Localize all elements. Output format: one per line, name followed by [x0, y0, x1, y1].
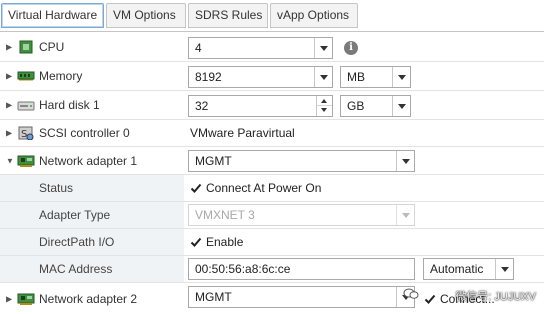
- directpath-label: DirectPath I/O: [39, 235, 115, 249]
- hard-disk-label: Hard disk 1: [39, 98, 100, 112]
- stepper-up-icon[interactable]: [317, 96, 332, 106]
- adapter-type-label: Adapter Type: [39, 208, 111, 222]
- status-label: Status: [39, 181, 74, 195]
- scsi-row: ▶ S SCSI controller 0 VMware Paravirtual: [0, 120, 544, 147]
- mac-address-label: MAC Address: [39, 262, 113, 276]
- cpu-chip-icon: [19, 40, 33, 54]
- expand-arrow-icon[interactable]: ▶: [6, 43, 12, 52]
- network-adapter-2-label: Network adapter 2: [39, 291, 138, 306]
- cpu-count-dropdown[interactable]: 4: [188, 37, 333, 59]
- info-icon[interactable]: i: [344, 41, 358, 55]
- memory-unit-value: MB: [347, 70, 365, 84]
- scsi-value-cell: VMware Paravirtual: [184, 120, 544, 146]
- chevron-down-icon[interactable]: [392, 67, 410, 87]
- network-adapter-2-network-value: MGMT: [195, 290, 232, 304]
- network-card-icon: [17, 293, 35, 305]
- cpu-value-cell: 4 i: [184, 33, 544, 61]
- connect-at-power-on-checkbox[interactable]: [190, 182, 202, 194]
- network-adapter-1-network-value: MGMT: [195, 154, 232, 168]
- memory-value-cell: 8192 MB: [184, 62, 544, 90]
- memory-row: ▶ Memory 8192 MB: [0, 62, 544, 91]
- network-adapter-2-network-dropdown[interactable]: MGMT: [188, 286, 415, 308]
- disk-unit-value: GB: [347, 99, 365, 113]
- mac-mode-dropdown[interactable]: Automatic: [423, 258, 514, 280]
- mac-address-input[interactable]: 00:50:56:a8:6c:ce: [188, 258, 415, 280]
- tab-bar: Virtual Hardware VM Options SDRS Rules v…: [0, 0, 544, 32]
- scsi-label-cell: ▶ S SCSI controller 0: [0, 120, 184, 146]
- cpu-count-value: 4: [195, 41, 202, 55]
- expand-arrow-icon[interactable]: ▶: [6, 129, 12, 138]
- mac-address-value: 00:50:56:a8:6c:ce: [195, 262, 291, 276]
- directpath-label-cell: DirectPath I/O: [0, 229, 184, 255]
- scsi-label: SCSI controller 0: [39, 126, 130, 140]
- disk-size-value: 32: [195, 99, 209, 113]
- memory-size-dropdown[interactable]: 8192: [188, 66, 333, 88]
- network-adapter-1-network-dropdown[interactable]: MGMT: [188, 150, 415, 172]
- memory-label: Memory: [39, 69, 83, 83]
- tab-vm-options[interactable]: VM Options: [106, 3, 186, 28]
- status-label-cell: Status: [0, 175, 184, 201]
- tab-virtual-hardware[interactable]: Virtual Hardware: [1, 3, 104, 28]
- stepper-buttons[interactable]: [316, 96, 332, 116]
- network-adapter-1-row: ▼ Network adapter 1 MGMT: [0, 147, 544, 175]
- status-value-cell: Connect At Power On: [184, 175, 544, 201]
- status-row: Status Connect At Power On: [0, 175, 544, 202]
- network-adapter-2-label-cell: ▶ Network adapter 2: [0, 283, 184, 314]
- cpu-label: CPU: [39, 40, 65, 54]
- hard-disk-value-cell: 32 GB: [184, 91, 544, 119]
- directpath-row: DirectPath I/O Enable: [0, 229, 544, 256]
- chevron-down-icon[interactable]: [314, 67, 332, 87]
- collapse-arrow-icon[interactable]: ▼: [6, 156, 14, 165]
- network-adapter-1-label-cell: ▼ Network adapter 1: [0, 147, 184, 174]
- chevron-down-icon[interactable]: [392, 96, 410, 116]
- mac-address-row: MAC Address 00:50:56:a8:6c:ce Automatic: [0, 256, 544, 283]
- adapter-type-row: Adapter Type VMXNET 3: [0, 202, 544, 229]
- scsi-controller-icon: S: [18, 126, 34, 140]
- expand-arrow-icon[interactable]: ▶: [6, 294, 12, 303]
- chevron-down-icon: [396, 205, 414, 225]
- disk-size-stepper[interactable]: 32: [188, 95, 333, 117]
- tab-vapp-options[interactable]: vApp Options: [270, 3, 358, 28]
- svg-text:S: S: [21, 129, 27, 140]
- network-card-icon: [17, 155, 35, 167]
- expand-arrow-icon[interactable]: ▶: [6, 72, 12, 81]
- watermark-text: 微信号: JUJUXV: [455, 291, 536, 303]
- chevron-down-icon[interactable]: [396, 151, 414, 171]
- hard-disk-row: ▶ Hard disk 1 32 GB: [0, 91, 544, 120]
- network-adapter-1-label: Network adapter 1: [39, 153, 138, 168]
- memory-module-icon: [17, 71, 35, 81]
- tab-sdrs-rules[interactable]: SDRS Rules: [188, 3, 268, 28]
- stepper-down-icon[interactable]: [317, 106, 332, 116]
- network-adapter-2-connect-checkbox[interactable]: [424, 293, 436, 305]
- wechat-icon: [403, 288, 419, 299]
- memory-label-cell: ▶ Memory: [0, 62, 184, 90]
- memory-unit-dropdown[interactable]: MB: [340, 66, 411, 88]
- scsi-type-value: VMware Paravirtual: [190, 126, 295, 140]
- cpu-label-cell: ▶ CPU: [0, 33, 184, 61]
- hard-disk-icon: [17, 101, 35, 111]
- adapter-type-value-cell: VMXNET 3: [184, 202, 544, 228]
- mac-address-label-cell: MAC Address: [0, 256, 184, 282]
- directpath-value-cell: Enable: [184, 229, 544, 255]
- cpu-row: ▶ CPU 4 i: [0, 33, 544, 62]
- hard-disk-label-cell: ▶ Hard disk 1: [0, 91, 184, 119]
- adapter-type-label-cell: Adapter Type: [0, 202, 184, 228]
- adapter-type-value: VMXNET 3: [195, 208, 255, 222]
- connect-at-power-on-label: Connect At Power On: [206, 181, 322, 195]
- chevron-down-icon[interactable]: [495, 259, 513, 279]
- mac-mode-value: Automatic: [430, 262, 484, 276]
- disk-unit-dropdown[interactable]: GB: [340, 95, 411, 117]
- directpath-enable-label: Enable: [206, 235, 244, 249]
- mac-address-value-cell: 00:50:56:a8:6c:ce Automatic: [184, 256, 544, 282]
- chevron-down-icon[interactable]: [314, 38, 332, 58]
- adapter-type-dropdown: VMXNET 3: [188, 204, 415, 226]
- expand-arrow-icon[interactable]: ▶: [6, 101, 12, 110]
- memory-size-value: 8192: [195, 70, 222, 84]
- directpath-enable-checkbox[interactable]: [190, 236, 202, 248]
- network-adapter-1-value-cell: MGMT: [184, 147, 544, 174]
